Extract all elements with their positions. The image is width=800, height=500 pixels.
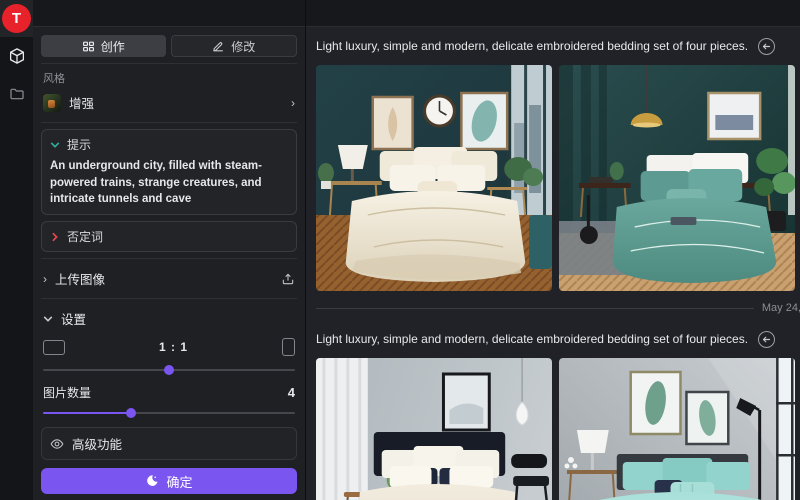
tab-create-label: 创作	[101, 38, 125, 55]
style-selector[interactable]: 增强 ›	[41, 89, 297, 116]
advanced-features-row[interactable]: 高级功能	[50, 433, 288, 454]
tab-modify-label: 修改	[231, 38, 255, 55]
date-label: May 24,	[762, 302, 800, 314]
chevron-right-icon	[50, 232, 60, 242]
slider-fill	[43, 412, 131, 414]
aspect-ratio-value: 1 : 1	[65, 340, 282, 354]
image-grid	[316, 358, 795, 500]
feed-prompt-row: Light luxury, simple and modern, delicat…	[316, 31, 795, 61]
feed-prompt-text: Light luxury, simple and modern, delicat…	[316, 39, 748, 53]
prompt-input[interactable]: An underground city, filled with steam-p…	[50, 158, 288, 208]
logo-cell: T	[0, 0, 33, 37]
app-window: T 创作	[0, 0, 800, 500]
style-value: 增强	[69, 93, 283, 112]
bedroom-illustration	[316, 358, 552, 500]
style-thumbnail	[43, 94, 61, 112]
reuse-prompt-button[interactable]	[758, 38, 775, 55]
upload-label: 上传图像	[55, 269, 273, 288]
feed-top-strip	[306, 0, 800, 27]
results-feed: Light luxury, simple and modern, delicat…	[306, 0, 800, 500]
settings-row[interactable]: 设置	[41, 305, 297, 332]
feed-prompt-text: Light luxury, simple and modern, delicat…	[316, 332, 748, 346]
brand-avatar[interactable]: T	[2, 4, 31, 33]
grid-blocks-icon	[82, 40, 95, 53]
upload-image-row[interactable]: › 上传图像	[41, 265, 297, 292]
image-count-slider[interactable]	[43, 407, 295, 419]
negative-header[interactable]: 否定词	[50, 228, 288, 245]
divider	[41, 122, 297, 123]
slider-thumb[interactable]	[126, 408, 136, 418]
landscape-frame-icon	[43, 340, 65, 355]
tab-modify[interactable]: 修改	[171, 35, 298, 57]
magic-moon-icon	[145, 474, 159, 488]
left-rail: T	[0, 0, 33, 500]
feed-prompt-row: Light luxury, simple and modern, delicat…	[316, 324, 795, 354]
chevron-right-icon: ›	[291, 96, 295, 110]
divider-line	[316, 308, 754, 309]
confirm-label: 确定	[166, 472, 192, 491]
advanced-features-label: 高级功能	[72, 434, 288, 453]
negative-label: 否定词	[67, 228, 103, 245]
prompt-header[interactable]: 提示	[50, 136, 288, 153]
settings-label: 设置	[61, 309, 295, 328]
arrow-left-circle-icon	[762, 42, 771, 51]
prompt-label: 提示	[67, 136, 91, 153]
generated-image-4[interactable]	[559, 358, 795, 500]
eye-icon	[50, 437, 64, 451]
generated-image-3[interactable]	[316, 358, 552, 500]
generated-image-1[interactable]	[316, 65, 552, 291]
confirm-button[interactable]: 确定	[41, 468, 297, 494]
folder-icon	[9, 86, 25, 102]
aspect-ratio-slider[interactable]	[43, 364, 295, 376]
upload-icon	[281, 272, 295, 286]
rail-item-models[interactable]	[0, 37, 33, 75]
negative-box[interactable]: 否定词	[41, 221, 297, 252]
panel-top-strip	[33, 0, 305, 27]
mode-tabs: 创作 修改	[41, 35, 297, 57]
image-count-label: 图片数量	[43, 384, 91, 401]
portrait-frame-icon	[282, 338, 295, 356]
generated-image-2[interactable]	[559, 65, 795, 291]
bedroom-illustration	[559, 65, 795, 291]
tab-create[interactable]: 创作	[41, 35, 166, 57]
chevron-right-icon: ›	[43, 272, 47, 286]
bedroom-illustration	[559, 358, 795, 500]
aspect-ratio-row: 1 : 1	[41, 332, 297, 358]
divider	[41, 63, 297, 64]
reuse-prompt-button[interactable]	[758, 331, 775, 348]
image-count-value: 4	[288, 385, 295, 400]
image-count-row: 图片数量 4	[41, 380, 297, 401]
style-label: 风格	[43, 70, 297, 86]
date-divider: May 24,	[316, 296, 795, 320]
rail-item-files[interactable]	[0, 75, 33, 113]
advanced-features-box[interactable]: 高级功能	[41, 427, 297, 460]
chevron-down-icon	[50, 140, 60, 150]
control-panel: 创作 修改 风格 增强 › 提示	[33, 0, 306, 500]
edit-pencil-icon	[212, 40, 225, 53]
prompt-box[interactable]: 提示 An underground city, filled with stea…	[41, 129, 297, 215]
bedroom-illustration	[316, 65, 552, 291]
divider	[41, 298, 297, 299]
cube-icon	[8, 47, 26, 65]
divider	[41, 258, 297, 259]
image-grid	[316, 65, 795, 291]
chevron-down-icon	[43, 314, 53, 324]
slider-thumb[interactable]	[164, 365, 174, 375]
arrow-left-circle-icon	[762, 335, 771, 344]
